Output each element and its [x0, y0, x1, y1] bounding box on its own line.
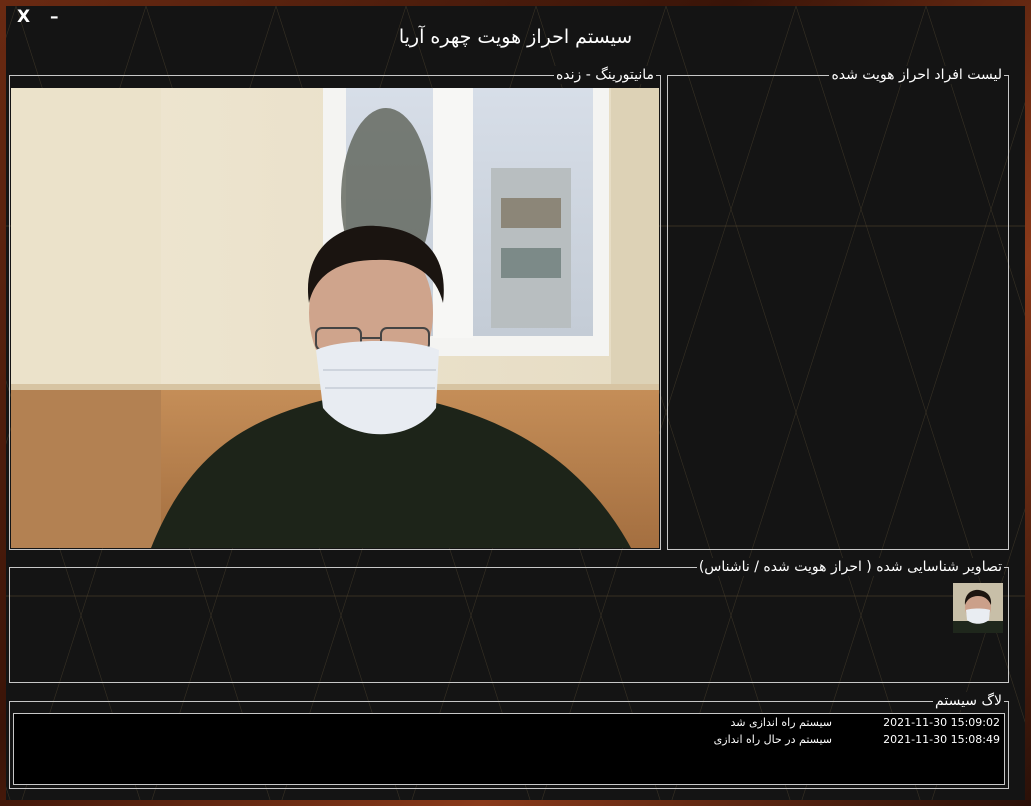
- system-log-panel: لاگ سیستم 2021-11-30 15:09:02 سیستم راه …: [9, 692, 1009, 789]
- monitoring-panel: مانیتورینگ - زنده: [9, 66, 661, 550]
- log-message: سیستم راه اندازی شد: [730, 716, 832, 729]
- app-window: X – سیستم احراز هویت چهره آریا مانیتورین…: [6, 6, 1025, 800]
- live-camera-feed: [11, 88, 659, 548]
- log-timestamp: 2021-11-30 15:09:02: [883, 716, 1000, 729]
- close-button[interactable]: X: [17, 7, 30, 27]
- identified-list-panel: لیست افراد احراز هویت شده: [667, 66, 1009, 550]
- log-entry: 2021-11-30 15:08:49 سیستم در حال راه اند…: [14, 733, 1004, 747]
- log-timestamp: 2021-11-30 15:08:49: [883, 733, 1000, 746]
- detected-face-thumbnail[interactable]: [953, 583, 1003, 633]
- log-entry: 2021-11-30 15:09:02 سیستم راه اندازی شد: [14, 716, 1004, 730]
- detected-images-legend: تصاویر شناسایی شده ( احراز هویت شده / نا…: [696, 558, 1004, 576]
- detected-images-panel: تصاویر شناسایی شده ( احراز هویت شده / نا…: [9, 558, 1009, 683]
- app-title: سیستم احراز هویت چهره آریا: [398, 26, 633, 48]
- identified-list-legend: لیست افراد احراز هویت شده: [829, 66, 1004, 84]
- system-log-list[interactable]: 2021-11-30 15:09:02 سیستم راه اندازی شد …: [13, 713, 1005, 785]
- system-log-legend: لاگ سیستم: [933, 692, 1004, 710]
- minimize-button[interactable]: –: [50, 7, 59, 27]
- monitoring-panel-legend: مانیتورینگ - زنده: [553, 66, 656, 84]
- log-message: سیستم در حال راه اندازی: [713, 733, 832, 746]
